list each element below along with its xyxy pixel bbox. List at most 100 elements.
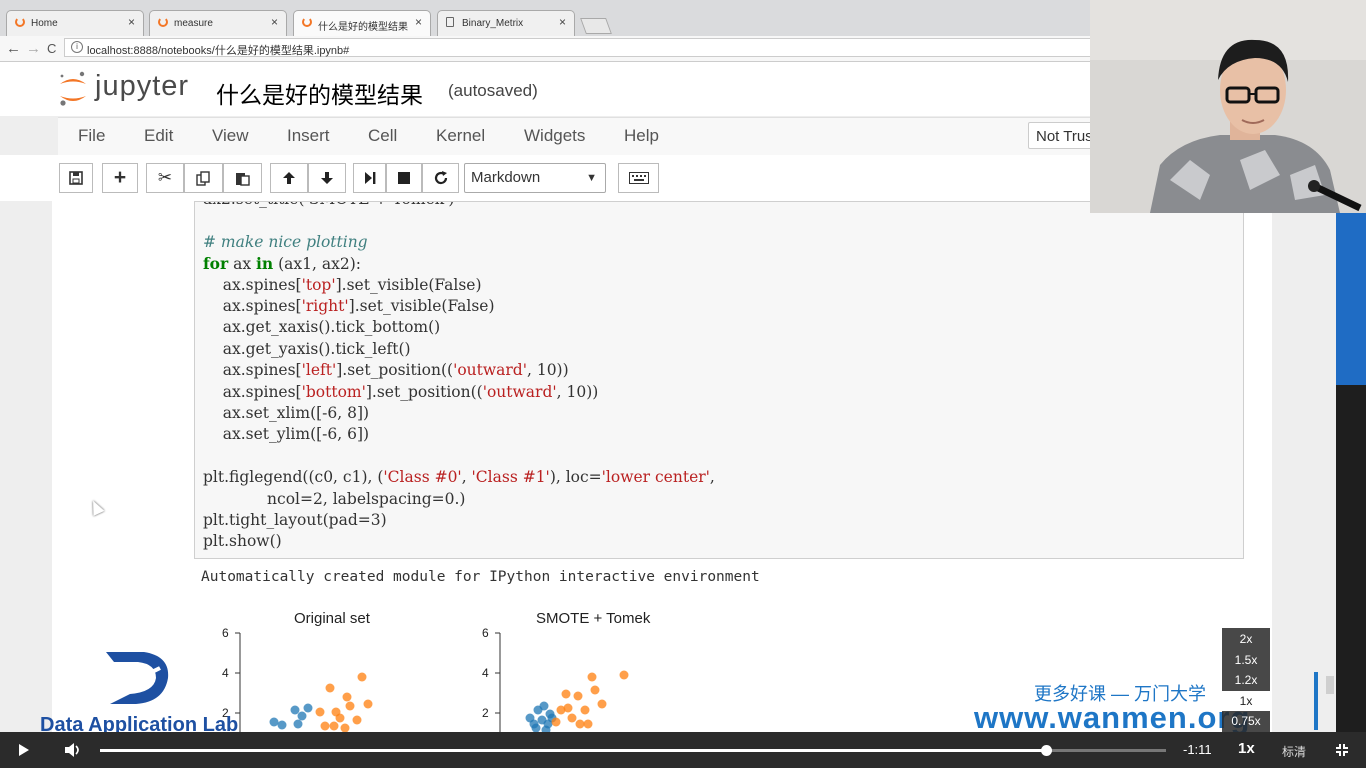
- code-token: 'Class #0': [383, 468, 462, 487]
- playback-speed-menu: 2x 1.5x 1.2x 1x 0.75x: [1222, 628, 1270, 732]
- code-line: ax.spines['top'].set_visible(False): [203, 276, 482, 294]
- menu-file[interactable]: File: [78, 126, 105, 146]
- scatter-point: [293, 719, 303, 729]
- scatter-point: [303, 703, 313, 713]
- code-token: 'Class #1': [471, 468, 550, 487]
- menu-kernel[interactable]: Kernel: [436, 126, 485, 146]
- code-line: plt.tight_layout(pad=3): [203, 511, 387, 529]
- speed-option-1x[interactable]: 1x: [1222, 691, 1270, 711]
- speed-option-2x[interactable]: 2x: [1222, 630, 1270, 649]
- time-remaining: -1:11: [1183, 742, 1212, 757]
- close-icon[interactable]: ×: [271, 15, 278, 29]
- command-palette-button[interactable]: [618, 163, 659, 193]
- code-token: for: [203, 254, 229, 274]
- scatter-point: [290, 705, 300, 715]
- webcam-overlay: [1090, 0, 1366, 213]
- scatter-point: [575, 719, 585, 729]
- back-icon[interactable]: ←: [6, 40, 21, 57]
- step-forward-icon: [364, 172, 375, 184]
- code-line: # make nice plotting: [203, 233, 368, 251]
- code-token: (ax1, ax2):: [273, 255, 361, 274]
- reload-icon[interactable]: C: [47, 41, 56, 56]
- code-line: plt.figlegend((c0, c1), ('Class #0', 'Cl…: [203, 468, 715, 486]
- menu-view[interactable]: View: [212, 126, 249, 146]
- scatter-point: [320, 721, 330, 731]
- speed-option-1-5x[interactable]: 1.5x: [1222, 650, 1270, 670]
- play-icon[interactable]: [18, 743, 30, 757]
- copy-button[interactable]: [184, 163, 223, 193]
- code-token: 'outward': [453, 361, 527, 380]
- code-token: ].set_visible(False): [348, 297, 495, 315]
- menu-widgets[interactable]: Widgets: [524, 126, 585, 146]
- code-token: ax.spines[: [203, 297, 302, 315]
- scrollbar-thumb[interactable]: [1326, 676, 1334, 694]
- quality-button[interactable]: 标清: [1282, 743, 1306, 760]
- tab-label: 什么是好的模型结果: [318, 22, 408, 33]
- scatter-point: [342, 692, 352, 702]
- speed-option-1-2x[interactable]: 1.2x: [1222, 670, 1270, 691]
- scatter-point: [363, 699, 373, 709]
- tab-label: measure: [174, 18, 213, 29]
- run-button[interactable]: [353, 163, 386, 193]
- code-line: plt.show(): [203, 532, 282, 550]
- interrupt-button[interactable]: [386, 163, 422, 193]
- menu-insert[interactable]: Insert: [287, 126, 330, 146]
- tab-notebook[interactable]: 什么是好的模型结果 ×: [293, 10, 431, 36]
- code-token: ].set_position((: [365, 382, 483, 401]
- forward-icon[interactable]: →: [26, 40, 41, 57]
- speed-option-0-75x[interactable]: 0.75x: [1222, 711, 1270, 732]
- scatter-point: [580, 705, 590, 715]
- scatter-point: [345, 701, 355, 711]
- plus-icon: +: [113, 166, 127, 189]
- save-icon: [69, 171, 83, 185]
- jupyter-logo-icon[interactable]: [58, 70, 88, 108]
- url-input[interactable]: i localhost:8888/notebooks/什么是好的模型结果.ipy…: [64, 38, 1094, 57]
- menu-help[interactable]: Help: [624, 126, 659, 146]
- data-application-lab-logo: Data Application Lab: [40, 648, 250, 736]
- tab-measure[interactable]: measure ×: [149, 10, 287, 36]
- move-up-button[interactable]: [270, 163, 308, 193]
- restart-button[interactable]: [422, 163, 459, 193]
- tab-binary-metrix[interactable]: Binary_Metrix ×: [437, 10, 575, 36]
- cell-type-select[interactable]: Markdown ▼: [464, 163, 606, 193]
- code-token: plt.show(): [203, 532, 282, 551]
- progress-handle[interactable]: [1040, 745, 1052, 756]
- paste-button[interactable]: [223, 163, 262, 193]
- code-token: 'left': [301, 361, 337, 380]
- menu-cell[interactable]: Cell: [368, 126, 397, 146]
- jupyter-icon: [15, 17, 25, 27]
- scatter-point: [573, 691, 583, 701]
- code-token: ax.spines[: [203, 361, 302, 380]
- move-down-button[interactable]: [308, 163, 346, 193]
- close-icon[interactable]: ×: [559, 15, 566, 29]
- lab-logo-icon: [103, 652, 169, 704]
- volume-icon[interactable]: [64, 742, 82, 758]
- code-token: 'top': [301, 275, 336, 294]
- code-token: ,: [461, 468, 472, 487]
- code-token: 'bottom': [301, 382, 366, 401]
- cut-button[interactable]: ✂: [146, 163, 184, 193]
- close-icon[interactable]: ×: [415, 15, 422, 29]
- scatter-point: [539, 701, 549, 711]
- scatter-point: [340, 723, 350, 732]
- menu-edit[interactable]: Edit: [144, 126, 173, 146]
- speed-button[interactable]: 1x: [1238, 740, 1255, 757]
- arrow-down-icon: [321, 172, 333, 184]
- insert-cell-button[interactable]: +: [102, 163, 138, 193]
- code-cell[interactable]: ax2.set_title('SMOTE + Tomek') # make nic…: [194, 201, 1244, 559]
- video-progress-track[interactable]: [100, 749, 1166, 752]
- code-token: ,: [709, 468, 715, 487]
- scatter-point: [297, 711, 307, 721]
- code-token: 'outward': [482, 382, 557, 401]
- scissors-icon: ✂: [157, 168, 173, 187]
- exit-fullscreen-icon[interactable]: [1335, 743, 1349, 757]
- tab-home[interactable]: Home ×: [6, 10, 144, 36]
- document-icon: [446, 17, 454, 27]
- new-tab-button[interactable]: [580, 18, 612, 34]
- close-icon[interactable]: ×: [128, 15, 135, 29]
- cell-type-value: Markdown: [471, 169, 541, 186]
- refresh-icon: [434, 171, 447, 185]
- info-icon[interactable]: i: [71, 41, 83, 53]
- notebook-title[interactable]: 什么是好的模型结果: [216, 76, 423, 110]
- save-button[interactable]: [59, 163, 93, 193]
